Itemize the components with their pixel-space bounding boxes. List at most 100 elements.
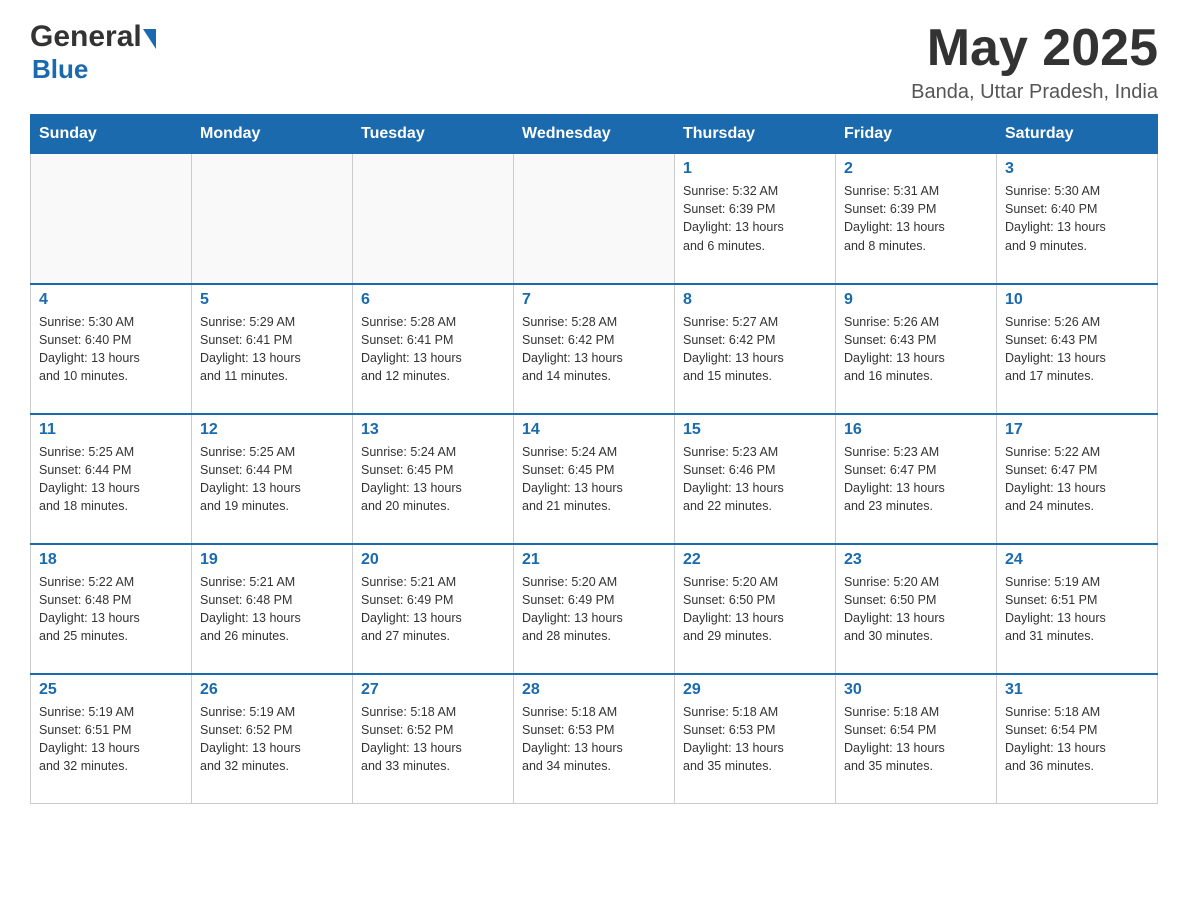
calendar-day-cell: 10 Sunrise: 5:26 AMSunset: 6:43 PMDayligh… (997, 284, 1158, 414)
day-info: Sunrise: 5:32 AMSunset: 6:39 PMDaylight:… (683, 182, 827, 255)
calendar-day-cell (31, 154, 192, 284)
calendar-header-row: SundayMondayTuesdayWednesdayThursdayFrid… (31, 115, 1158, 154)
day-of-week-header: Saturday (997, 115, 1158, 154)
day-of-week-header: Wednesday (514, 115, 675, 154)
day-number: 27 (361, 681, 505, 699)
day-number: 25 (39, 681, 183, 699)
calendar-day-cell: 20 Sunrise: 5:21 AMSunset: 6:49 PMDayligh… (353, 544, 514, 674)
calendar-day-cell: 26 Sunrise: 5:19 AMSunset: 6:52 PMDayligh… (192, 674, 353, 804)
calendar-day-cell: 3 Sunrise: 5:30 AMSunset: 6:40 PMDaylight… (997, 154, 1158, 284)
calendar-day-cell: 8Sunrise: 5:27 AMSunset: 6:42 PMDaylight… (675, 284, 836, 414)
day-number: 21 (522, 551, 666, 569)
calendar-day-cell: 18 Sunrise: 5:22 AMSunset: 6:48 PMDayligh… (31, 544, 192, 674)
day-info: Sunrise: 5:28 AMSunset: 6:41 PMDaylight:… (361, 313, 505, 386)
calendar-week-row: 11Sunrise: 5:25 AMSunset: 6:44 PMDayligh… (31, 414, 1158, 544)
day-number: 30 (844, 681, 988, 699)
day-number: 22 (683, 551, 827, 569)
day-number: 6 (361, 291, 505, 309)
calendar-day-cell: 17Sunrise: 5:22 AMSunset: 6:47 PMDayligh… (997, 414, 1158, 544)
day-number: 12 (200, 421, 344, 439)
month-year-title: May 2025 (911, 20, 1158, 77)
day-number: 3 (1005, 160, 1149, 178)
day-info: Sunrise: 5:26 AMSunset: 6:43 PMDaylight:… (1005, 313, 1149, 386)
calendar-day-cell (514, 154, 675, 284)
calendar-day-cell: 24 Sunrise: 5:19 AMSunset: 6:51 PMDayligh… (997, 544, 1158, 674)
day-info: Sunrise: 5:19 AMSunset: 6:51 PMDaylight:… (1005, 573, 1149, 646)
day-number: 18 (39, 551, 183, 569)
logo-general-text: General (30, 20, 142, 54)
calendar-day-cell: 21 Sunrise: 5:20 AMSunset: 6:49 PMDayligh… (514, 544, 675, 674)
day-info: Sunrise: 5:19 AMSunset: 6:52 PMDaylight:… (200, 703, 344, 776)
calendar-day-cell: 5Sunrise: 5:29 AMSunset: 6:41 PMDaylight… (192, 284, 353, 414)
calendar-day-cell: 12Sunrise: 5:25 AMSunset: 6:44 PMDayligh… (192, 414, 353, 544)
calendar-day-cell: 9 Sunrise: 5:26 AMSunset: 6:43 PMDaylight… (836, 284, 997, 414)
day-info: Sunrise: 5:27 AMSunset: 6:42 PMDaylight:… (683, 313, 827, 386)
location-subtitle: Banda, Uttar Pradesh, India (911, 81, 1158, 104)
day-of-week-header: Friday (836, 115, 997, 154)
calendar-day-cell: 4Sunrise: 5:30 AMSunset: 6:40 PMDaylight… (31, 284, 192, 414)
day-number: 13 (361, 421, 505, 439)
page-header: General Blue May 2025 Banda, Uttar Prade… (30, 20, 1158, 104)
day-number: 24 (1005, 551, 1149, 569)
day-info: Sunrise: 5:26 AMSunset: 6:43 PMDaylight:… (844, 313, 988, 386)
day-info: Sunrise: 5:18 AMSunset: 6:53 PMDaylight:… (683, 703, 827, 776)
day-number: 15 (683, 421, 827, 439)
day-info: Sunrise: 5:23 AMSunset: 6:46 PMDaylight:… (683, 443, 827, 516)
day-number: 23 (844, 551, 988, 569)
day-number: 4 (39, 291, 183, 309)
day-info: Sunrise: 5:18 AMSunset: 6:54 PMDaylight:… (1005, 703, 1149, 776)
day-number: 19 (200, 551, 344, 569)
calendar-day-cell: 13 Sunrise: 5:24 AMSunset: 6:45 PMDayligh… (353, 414, 514, 544)
day-info: Sunrise: 5:30 AMSunset: 6:40 PMDaylight:… (1005, 182, 1149, 255)
calendar-day-cell: 1Sunrise: 5:32 AMSunset: 6:39 PMDaylight… (675, 154, 836, 284)
day-info: Sunrise: 5:22 AMSunset: 6:48 PMDaylight:… (39, 573, 183, 646)
day-info: Sunrise: 5:21 AMSunset: 6:49 PMDaylight:… (361, 573, 505, 646)
day-number: 26 (200, 681, 344, 699)
day-number: 16 (844, 421, 988, 439)
day-info: Sunrise: 5:21 AMSunset: 6:48 PMDaylight:… (200, 573, 344, 646)
day-info: Sunrise: 5:20 AMSunset: 6:49 PMDaylight:… (522, 573, 666, 646)
day-number: 9 (844, 291, 988, 309)
calendar-day-cell: 2Sunrise: 5:31 AMSunset: 6:39 PMDaylight… (836, 154, 997, 284)
day-info: Sunrise: 5:24 AMSunset: 6:45 PMDaylight:… (361, 443, 505, 516)
title-area: May 2025 Banda, Uttar Pradesh, India (911, 20, 1158, 104)
calendar-week-row: 18 Sunrise: 5:22 AMSunset: 6:48 PMDayligh… (31, 544, 1158, 674)
calendar-day-cell: 16Sunrise: 5:23 AMSunset: 6:47 PMDayligh… (836, 414, 997, 544)
day-number: 10 (1005, 291, 1149, 309)
logo-triangle-icon (143, 29, 156, 49)
day-number: 31 (1005, 681, 1149, 699)
calendar-day-cell: 6 Sunrise: 5:28 AMSunset: 6:41 PMDaylight… (353, 284, 514, 414)
calendar-day-cell: 30 Sunrise: 5:18 AMSunset: 6:54 PMDayligh… (836, 674, 997, 804)
day-number: 29 (683, 681, 827, 699)
calendar-day-cell: 23 Sunrise: 5:20 AMSunset: 6:50 PMDayligh… (836, 544, 997, 674)
day-of-week-header: Monday (192, 115, 353, 154)
day-info: Sunrise: 5:29 AMSunset: 6:41 PMDaylight:… (200, 313, 344, 386)
day-info: Sunrise: 5:18 AMSunset: 6:54 PMDaylight:… (844, 703, 988, 776)
calendar-day-cell: 25 Sunrise: 5:19 AMSunset: 6:51 PMDayligh… (31, 674, 192, 804)
calendar-day-cell (353, 154, 514, 284)
day-info: Sunrise: 5:20 AMSunset: 6:50 PMDaylight:… (844, 573, 988, 646)
calendar-day-cell: 15 Sunrise: 5:23 AMSunset: 6:46 PMDayligh… (675, 414, 836, 544)
calendar-day-cell: 19 Sunrise: 5:21 AMSunset: 6:48 PMDayligh… (192, 544, 353, 674)
day-info: Sunrise: 5:28 AMSunset: 6:42 PMDaylight:… (522, 313, 666, 386)
day-number: 17 (1005, 421, 1149, 439)
day-info: Sunrise: 5:18 AMSunset: 6:52 PMDaylight:… (361, 703, 505, 776)
calendar-day-cell: 28 Sunrise: 5:18 AMSunset: 6:53 PMDayligh… (514, 674, 675, 804)
day-of-week-header: Thursday (675, 115, 836, 154)
day-info: Sunrise: 5:20 AMSunset: 6:50 PMDaylight:… (683, 573, 827, 646)
calendar-day-cell: 11Sunrise: 5:25 AMSunset: 6:44 PMDayligh… (31, 414, 192, 544)
day-of-week-header: Sunday (31, 115, 192, 154)
calendar-week-row: 1Sunrise: 5:32 AMSunset: 6:39 PMDaylight… (31, 154, 1158, 284)
calendar-week-row: 4Sunrise: 5:30 AMSunset: 6:40 PMDaylight… (31, 284, 1158, 414)
calendar-day-cell: 27 Sunrise: 5:18 AMSunset: 6:52 PMDayligh… (353, 674, 514, 804)
calendar-day-cell (192, 154, 353, 284)
calendar-day-cell: 7Sunrise: 5:28 AMSunset: 6:42 PMDaylight… (514, 284, 675, 414)
calendar-day-cell: 14Sunrise: 5:24 AMSunset: 6:45 PMDayligh… (514, 414, 675, 544)
day-info: Sunrise: 5:18 AMSunset: 6:53 PMDaylight:… (522, 703, 666, 776)
calendar-week-row: 25 Sunrise: 5:19 AMSunset: 6:51 PMDayligh… (31, 674, 1158, 804)
day-number: 28 (522, 681, 666, 699)
day-info: Sunrise: 5:19 AMSunset: 6:51 PMDaylight:… (39, 703, 183, 776)
day-of-week-header: Tuesday (353, 115, 514, 154)
day-number: 20 (361, 551, 505, 569)
day-number: 11 (39, 421, 183, 439)
